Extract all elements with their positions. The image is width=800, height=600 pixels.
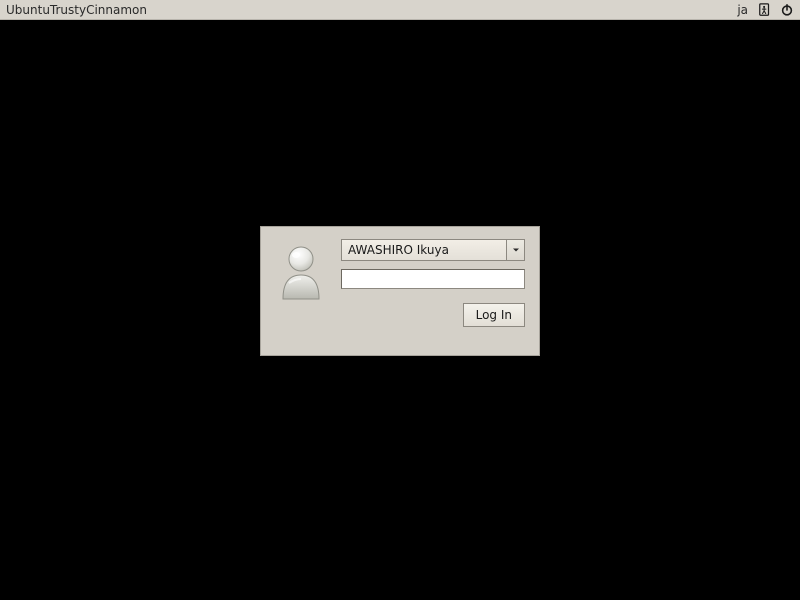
chevron-down-icon <box>512 246 520 254</box>
accessibility-icon[interactable] <box>758 3 772 17</box>
login-button[interactable]: Log In <box>463 303 525 327</box>
system-tray: ja <box>737 3 794 17</box>
button-row: Log In <box>341 303 525 327</box>
language-indicator[interactable]: ja <box>737 3 750 17</box>
user-select-label: AWASHIRO Ikuya <box>342 240 506 260</box>
login-dialog: AWASHIRO Ikuya Log In <box>260 226 540 356</box>
language-indicator-label: ja <box>737 3 748 17</box>
password-input[interactable] <box>341 269 525 289</box>
top-panel: UbuntuTrustyCinnamon ja <box>0 0 800 20</box>
hostname-label: UbuntuTrustyCinnamon <box>6 3 147 17</box>
power-icon[interactable] <box>780 3 794 17</box>
login-form: AWASHIRO Ikuya Log In <box>341 239 525 343</box>
user-select-arrow <box>506 240 524 260</box>
power-svg <box>780 3 794 17</box>
avatar-column <box>273 239 329 343</box>
accessibility-svg <box>758 3 772 17</box>
user-avatar-icon <box>275 243 327 301</box>
user-select[interactable]: AWASHIRO Ikuya <box>341 239 525 261</box>
